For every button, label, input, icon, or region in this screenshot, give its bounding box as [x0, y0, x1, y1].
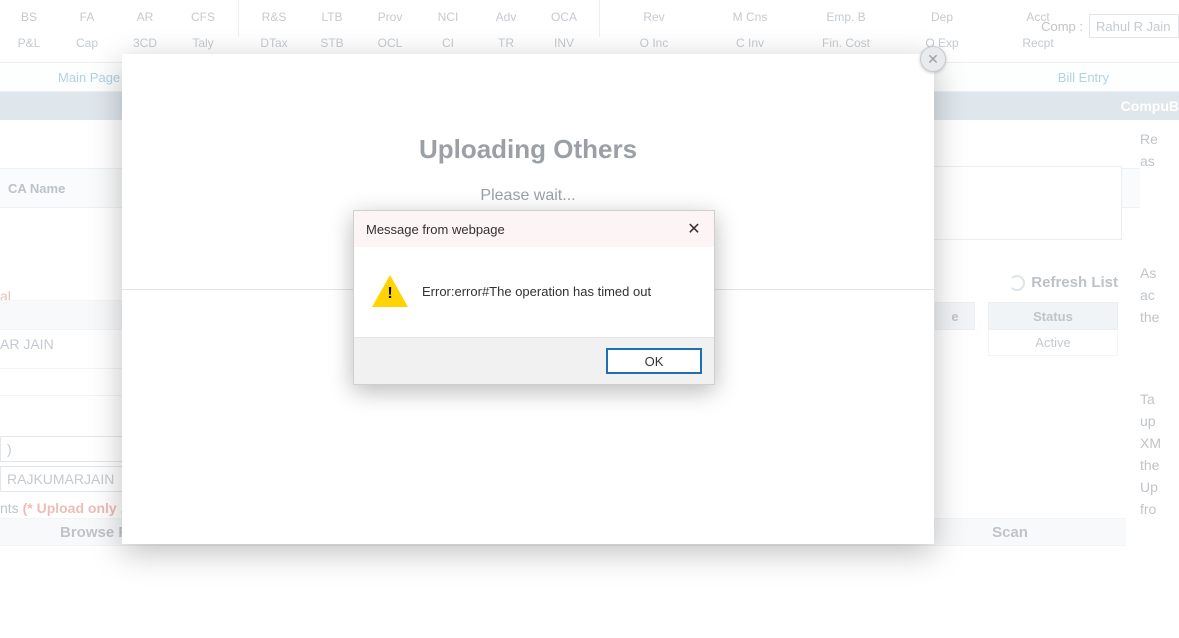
menu-3cd[interactable]: 3CD	[116, 36, 174, 50]
modal-close-button[interactable]: ✕	[920, 46, 946, 72]
menu-rs[interactable]: R&S	[245, 10, 303, 24]
menu-dep[interactable]: Dep	[894, 10, 990, 24]
modal-wait-text: Please wait...	[122, 187, 934, 205]
status-column: Status Active	[988, 302, 1118, 356]
refresh-label: Refresh List	[1031, 274, 1118, 291]
warning-icon	[372, 275, 408, 307]
menu-oinc[interactable]: O Inc	[606, 36, 702, 50]
menu-pl[interactable]: P&L	[0, 36, 58, 50]
alert-message: Error:error#The operation has timed out	[422, 284, 651, 299]
menu-empb[interactable]: Emp. B	[798, 10, 894, 24]
main-page-link[interactable]: Main Page	[58, 70, 120, 85]
bill-entry-link[interactable]: Bill Entry	[1058, 70, 1109, 85]
top-menu: BS FA AR CFS R&S LTB Prov NCI Adv OCA Re…	[0, 0, 1179, 56]
refresh-icon	[1009, 275, 1025, 291]
menu-fincost[interactable]: Fin. Cost	[798, 36, 894, 50]
menu-rev[interactable]: Rev	[606, 10, 702, 24]
menu-cinv[interactable]: C Inv	[702, 36, 798, 50]
alert-ok-button[interactable]: OK	[606, 348, 702, 374]
menu-fa[interactable]: FA	[58, 10, 116, 24]
menu-tr[interactable]: TR	[477, 36, 535, 50]
menu-bs[interactable]: BS	[0, 10, 58, 24]
alert-title-text: Message from webpage	[366, 222, 505, 237]
menu-oexp[interactable]: O Exp	[894, 36, 990, 50]
menu-ci[interactable]: CI	[419, 36, 477, 50]
menu-group-2c: O Inc C Inv Fin. Cost O Exp Recpt	[606, 36, 1086, 50]
modal-title: Uploading Others	[122, 134, 934, 165]
alert-close-button[interactable]: ✕	[684, 219, 704, 239]
close-icon: ✕	[927, 51, 939, 68]
menu-ltb[interactable]: LTB	[303, 10, 361, 24]
menu-ocl[interactable]: OCL	[361, 36, 419, 50]
menu-inv[interactable]: INV	[535, 36, 593, 50]
right-help-panel: Re as As ac the Ta up XM the Up fro	[1140, 120, 1179, 620]
menu-prov[interactable]: Prov	[361, 10, 419, 24]
comp-input[interactable]	[1089, 14, 1179, 38]
ca-name-label: CA Name	[8, 181, 65, 196]
input-line-1-text: )	[7, 441, 12, 457]
menu-cfs[interactable]: CFS	[174, 10, 232, 24]
menu-ar[interactable]: AR	[116, 10, 174, 24]
menu-group-2b: DTax STB OCL CI TR INV	[245, 36, 593, 50]
col-e-header: e	[935, 302, 975, 330]
select-value: RAJKUMARJAIN	[7, 471, 114, 487]
menu-nci[interactable]: NCI	[419, 10, 477, 24]
refresh-list-button[interactable]: Refresh List	[1009, 274, 1118, 291]
alert-dialog: Message from webpage ✕ Error:error#The o…	[353, 210, 715, 385]
menu-recpt[interactable]: Recpt	[990, 36, 1086, 50]
menu-oca[interactable]: OCA	[535, 10, 593, 24]
status-header: Status	[988, 302, 1118, 330]
menu-group-1c: Rev M Cns Emp. B Dep Acct	[606, 10, 1086, 24]
menu-group-1b: R&S LTB Prov NCI Adv OCA	[245, 10, 593, 24]
ca-name-textarea[interactable]	[922, 166, 1122, 240]
status-value: Active	[988, 330, 1118, 356]
company-selector: Comp :	[1041, 14, 1179, 38]
brand-text: CompuB	[1121, 98, 1179, 114]
menu-adv[interactable]: Adv	[477, 10, 535, 24]
menu-group-2a: P&L Cap 3CD Taly	[0, 36, 232, 50]
menu-taly[interactable]: Taly	[174, 36, 232, 50]
comp-label: Comp :	[1041, 19, 1083, 34]
menu-stb[interactable]: STB	[303, 36, 361, 50]
col-scan: Scan	[920, 524, 1100, 541]
menu-dtax[interactable]: DTax	[245, 36, 303, 50]
close-icon: ✕	[687, 219, 700, 239]
menu-group-1a: BS FA AR CFS	[0, 10, 232, 24]
menu-mcns[interactable]: M Cns	[702, 10, 798, 24]
menu-cap[interactable]: Cap	[58, 36, 116, 50]
